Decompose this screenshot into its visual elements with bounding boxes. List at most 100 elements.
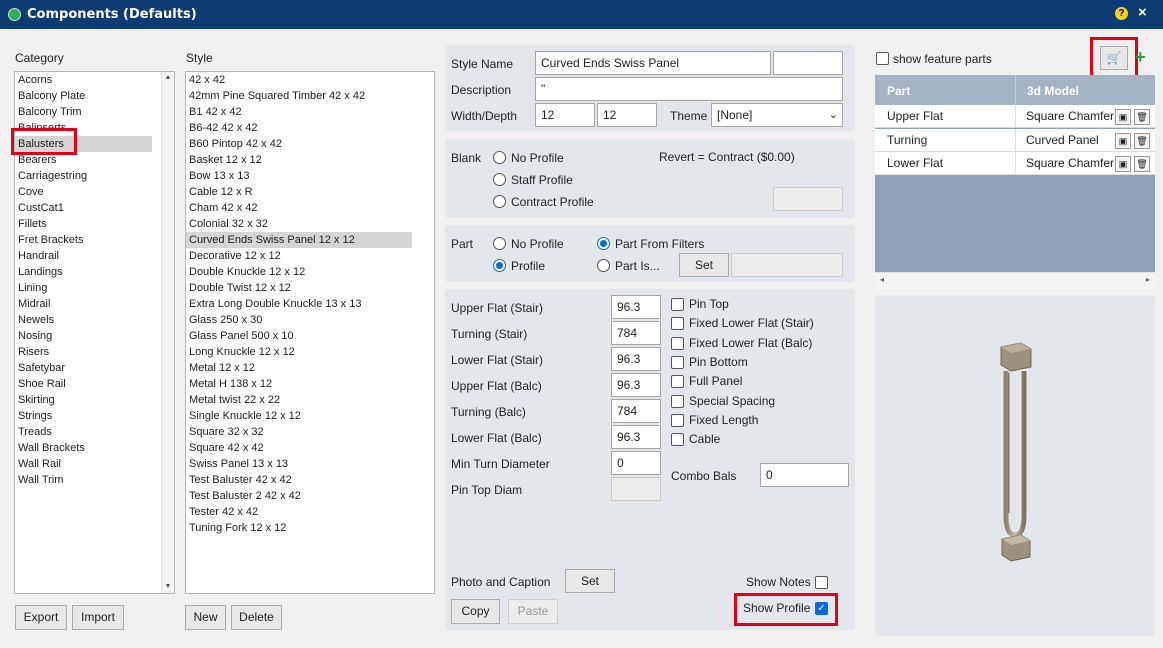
- style-item[interactable]: Curved Ends Swiss Panel 12 x 12: [186, 232, 412, 248]
- style-item[interactable]: Colonial 32 x 32: [186, 216, 412, 232]
- option-checkbox[interactable]: [671, 433, 684, 447]
- scroll-down-icon[interactable]: ▼: [162, 581, 174, 593]
- measurement-input[interactable]: 784: [611, 321, 661, 345]
- trash-icon[interactable]: 🗑: [1134, 132, 1150, 149]
- style-item[interactable]: Test Baluster 42 x 42: [186, 472, 412, 488]
- category-item[interactable]: Fret Brackets: [15, 232, 152, 248]
- style-name-input[interactable]: Curved Ends Swiss Panel: [535, 51, 771, 75]
- parts-grid-row[interactable]: Upper Flat Square Chamfer ▣ 🗑: [875, 105, 1155, 128]
- width-input[interactable]: 12: [535, 103, 595, 127]
- category-item[interactable]: Skirting: [15, 392, 152, 408]
- category-item[interactable]: Balcony Trim: [15, 104, 152, 120]
- option-checkbox[interactable]: [671, 355, 684, 369]
- style-item[interactable]: 42mm Pine Squared Timber 42 x 42: [186, 88, 412, 104]
- style-item[interactable]: Long Knuckle 12 x 12: [186, 344, 412, 360]
- image-icon[interactable]: ▣: [1115, 109, 1131, 125]
- category-item[interactable]: Wall Brackets: [15, 440, 152, 456]
- blank-staff-profile-radio[interactable]: [493, 173, 506, 186]
- show-profile-checkbox[interactable]: ✓: [815, 602, 828, 615]
- style-item[interactable]: Test Baluster 2 42 x 42: [186, 488, 412, 504]
- category-item[interactable]: Handrail: [15, 248, 152, 264]
- part-is-radio[interactable]: [597, 259, 610, 272]
- category-item[interactable]: Cove: [15, 184, 152, 200]
- style-item[interactable]: B6-42 42 x 42: [186, 120, 412, 136]
- combo-bals-input[interactable]: 0: [760, 463, 849, 487]
- measurement-input[interactable]: 96.3: [611, 425, 661, 449]
- category-item[interactable]: Fillets: [15, 216, 152, 232]
- category-item[interactable]: Safetybar: [15, 360, 152, 376]
- style-item[interactable]: Tester 42 x 42: [186, 504, 412, 520]
- category-item[interactable]: Landings: [15, 264, 152, 280]
- measurement-input[interactable]: [611, 477, 661, 501]
- revert-value-input[interactable]: [773, 187, 843, 211]
- delete-button[interactable]: Delete: [231, 605, 282, 630]
- category-scrollbar[interactable]: ▲ ▼: [161, 72, 174, 593]
- scroll-right-icon[interactable]: ▸: [1146, 275, 1150, 284]
- option-checkbox[interactable]: [671, 298, 684, 311]
- measurement-input[interactable]: 0: [611, 451, 661, 475]
- style-item[interactable]: B1 42 x 42: [186, 104, 412, 120]
- plus-icon[interactable]: +: [1135, 46, 1146, 68]
- style-item[interactable]: Glass Panel 500 x 10: [186, 328, 412, 344]
- category-item[interactable]: Acorns: [15, 72, 152, 88]
- part-set-button[interactable]: Set: [679, 253, 729, 277]
- category-item[interactable]: Risers: [15, 344, 152, 360]
- category-item[interactable]: Wall Rail: [15, 456, 152, 472]
- category-item[interactable]: Newels: [15, 312, 152, 328]
- parts-grid-row[interactable]: Turning Curved Panel ▣ 🗑: [875, 128, 1155, 152]
- description-input[interactable]: ": [535, 77, 843, 101]
- show-feature-parts-checkbox[interactable]: [876, 52, 889, 65]
- part-is-value-input[interactable]: [731, 253, 843, 277]
- category-item[interactable]: Carriagestring: [15, 168, 152, 184]
- photo-set-button[interactable]: Set: [565, 569, 615, 593]
- style-item[interactable]: B60 Pintop 42 x 42: [186, 136, 412, 152]
- option-checkbox[interactable]: [671, 394, 684, 408]
- close-icon[interactable]: ×: [1138, 4, 1147, 21]
- measurement-input[interactable]: 96.3: [611, 373, 661, 397]
- paste-button[interactable]: Paste: [508, 599, 558, 624]
- category-item[interactable]: CustCat1: [15, 200, 152, 216]
- parts-grid-row[interactable]: Lower Flat Square Chamfer ▣ 🗑: [875, 152, 1155, 175]
- style-item[interactable]: Cham 42 x 42: [186, 200, 412, 216]
- depth-input[interactable]: 12: [597, 103, 657, 127]
- style-item[interactable]: Extra Long Double Knuckle 13 x 13: [186, 296, 412, 312]
- part-profile-radio[interactable]: [493, 259, 506, 272]
- category-item[interactable]: Shoe Rail: [15, 376, 152, 392]
- scroll-up-icon[interactable]: ▲: [162, 72, 174, 84]
- style-item[interactable]: Double Knuckle 12 x 12: [186, 264, 412, 280]
- measurement-input[interactable]: 96.3: [611, 347, 661, 371]
- category-item[interactable]: Balcony Plate: [15, 88, 152, 104]
- style-item[interactable]: Bow 13 x 13: [186, 168, 412, 184]
- theme-select[interactable]: [None] ⌄: [711, 103, 843, 127]
- style-item[interactable]: Metal twist 22 x 22: [186, 392, 412, 408]
- style-item[interactable]: Cable 12 x R: [186, 184, 412, 200]
- category-item[interactable]: Midrail: [15, 296, 152, 312]
- trash-icon[interactable]: 🗑: [1134, 156, 1150, 172]
- style-item[interactable]: Square 42 x 42: [186, 440, 412, 456]
- category-item[interactable]: Lining: [15, 280, 152, 296]
- copy-button[interactable]: Copy: [451, 599, 500, 624]
- option-checkbox[interactable]: [671, 317, 684, 331]
- style-item[interactable]: 42 x 42: [186, 72, 412, 88]
- category-item[interactable]: Wall Trim: [15, 472, 152, 488]
- style-item[interactable]: Double Twist 12 x 12: [186, 280, 412, 296]
- measurement-input[interactable]: 784: [611, 399, 661, 423]
- show-notes-checkbox[interactable]: [815, 576, 828, 589]
- option-checkbox[interactable]: [671, 336, 684, 350]
- export-button[interactable]: Export: [15, 605, 67, 630]
- import-button[interactable]: Import: [72, 605, 124, 630]
- category-item[interactable]: Strings: [15, 408, 152, 424]
- measurement-input[interactable]: 96.3: [611, 295, 661, 319]
- category-item[interactable]: Treads: [15, 424, 152, 440]
- image-icon[interactable]: ▣: [1115, 156, 1131, 172]
- style-item[interactable]: Swiss Panel 13 x 13: [186, 456, 412, 472]
- style-item[interactable]: Metal H 138 x 12: [186, 376, 412, 392]
- style-item[interactable]: Square 32 x 32: [186, 424, 412, 440]
- style-item[interactable]: Metal 12 x 12: [186, 360, 412, 376]
- option-checkbox[interactable]: [671, 375, 684, 389]
- blank-contract-profile-radio[interactable]: [493, 195, 506, 208]
- blank-no-profile-radio[interactable]: [493, 151, 506, 164]
- help-icon[interactable]: ?: [1115, 7, 1128, 20]
- option-checkbox[interactable]: [671, 413, 684, 427]
- style-item[interactable]: Single Knuckle 12 x 12: [186, 408, 412, 424]
